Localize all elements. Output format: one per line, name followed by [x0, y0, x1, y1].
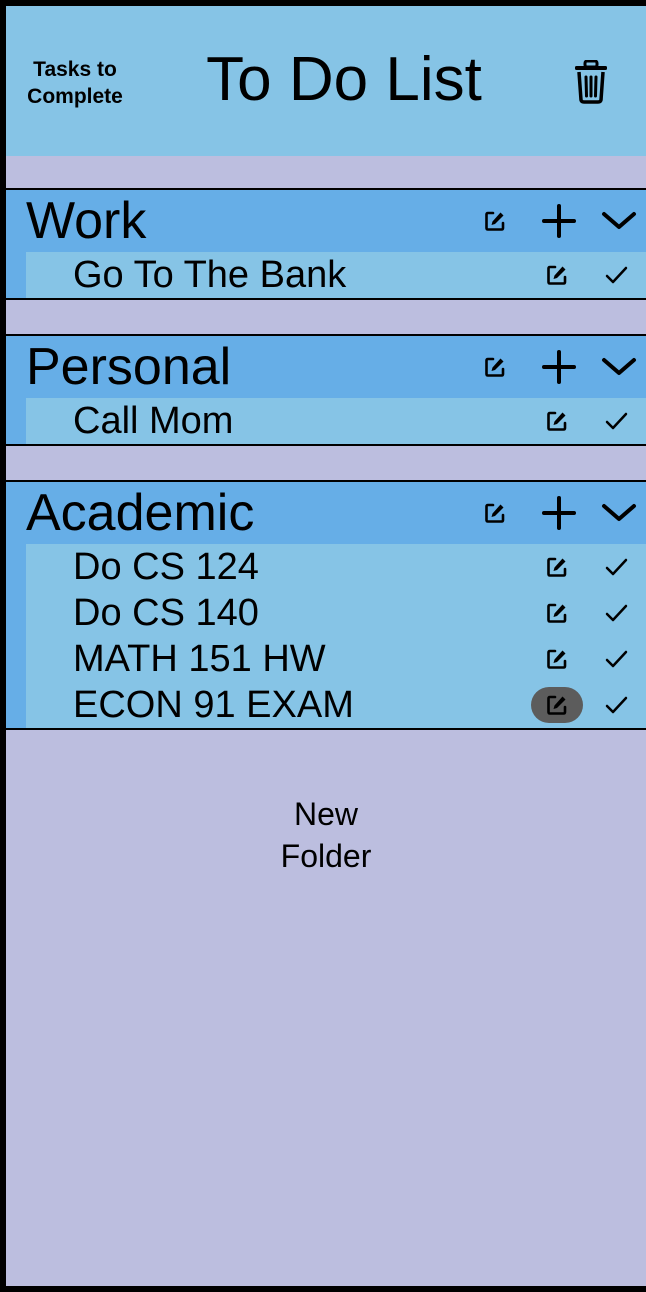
edit-task-button[interactable]	[531, 549, 583, 585]
check-icon[interactable]	[601, 693, 631, 717]
edit-icon[interactable]	[484, 210, 506, 237]
task-row: ECON 91 EXAM	[26, 682, 646, 728]
task-row: Do CS 124	[26, 544, 646, 590]
app-header: Tasks to Complete To Do List	[6, 6, 646, 156]
page-title: To Do List	[206, 45, 482, 114]
folder-header: Academic	[6, 482, 646, 544]
chevron-down-icon[interactable]	[600, 356, 638, 383]
folder-name: Work	[26, 192, 147, 250]
task-label: Do CS 124	[73, 546, 259, 588]
check-icon[interactable]	[601, 555, 631, 579]
task-list: Call Mom	[26, 398, 646, 444]
folder-header: Work	[6, 190, 646, 252]
plus-icon[interactable]	[541, 349, 577, 390]
task-row: Go To The Bank	[26, 252, 646, 298]
task-list: Go To The Bank	[26, 252, 646, 298]
chevron-down-icon[interactable]	[600, 502, 638, 529]
task-label: Call Mom	[73, 400, 234, 442]
task-row: MATH 151 HW	[26, 636, 646, 682]
folder-header: Personal	[6, 336, 646, 398]
check-icon[interactable]	[601, 601, 631, 625]
task-row: Do CS 140	[26, 590, 646, 636]
check-icon[interactable]	[601, 647, 631, 671]
task-row: Call Mom	[26, 398, 646, 444]
task-label: ECON 91 EXAM	[73, 684, 354, 726]
plus-icon[interactable]	[541, 495, 577, 536]
edit-icon	[547, 411, 567, 431]
edit-icon	[547, 557, 567, 577]
folder-academic: Academic Do CS 124 Do CS 140 MATH 151 HW…	[6, 480, 646, 730]
edit-task-button[interactable]	[531, 403, 583, 439]
edit-task-button[interactable]	[531, 687, 583, 723]
check-icon[interactable]	[601, 263, 631, 287]
folder-name: Personal	[26, 338, 232, 396]
task-label: Go To The Bank	[73, 254, 347, 296]
chevron-down-icon[interactable]	[600, 210, 638, 237]
folder-work: Work Go To The Bank	[6, 188, 646, 300]
task-list: Do CS 124 Do CS 140 MATH 151 HW ECON 91 …	[26, 544, 646, 728]
folder-name: Academic	[26, 484, 255, 542]
edit-icon[interactable]	[484, 502, 506, 529]
edit-task-button[interactable]	[531, 595, 583, 631]
task-label: MATH 151 HW	[73, 638, 326, 680]
check-icon[interactable]	[601, 409, 631, 433]
edit-icon[interactable]	[484, 356, 506, 383]
edit-icon	[547, 603, 567, 623]
edit-icon	[547, 695, 567, 715]
edit-task-button[interactable]	[531, 641, 583, 677]
new-folder-button[interactable]: New Folder	[226, 793, 426, 877]
folder-personal: Personal Call Mom	[6, 334, 646, 446]
edit-task-button[interactable]	[531, 257, 583, 293]
edit-icon	[547, 649, 567, 669]
task-label: Do CS 140	[73, 592, 259, 634]
plus-icon[interactable]	[541, 203, 577, 244]
trash-icon[interactable]	[572, 59, 610, 104]
edit-icon	[547, 265, 567, 285]
todo-app: Tasks to Complete To Do List Work Go To …	[6, 6, 646, 1286]
tasks-to-complete-label: Tasks to Complete	[27, 58, 123, 108]
